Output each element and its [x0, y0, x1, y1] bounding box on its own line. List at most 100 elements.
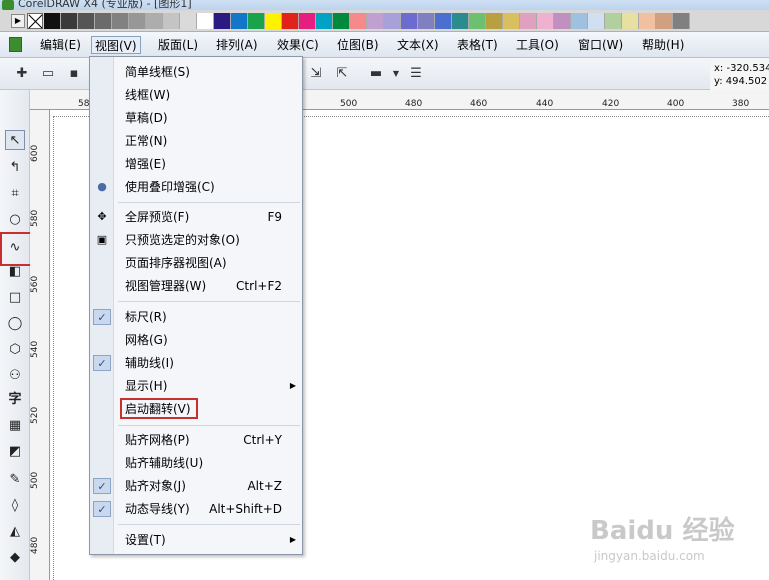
menu-item-wireframe[interactable]: 线框(W) [90, 84, 302, 106]
fill-tool-icon[interactable]: ◭ [5, 522, 25, 542]
menu-item-label: 贴齐网格(P) [125, 433, 190, 447]
menu-item-full-screen-preview[interactable]: ✥ 全屏预览(F) F9 [90, 206, 302, 228]
menu-item-guidelines[interactable]: ✓ 辅助线(I) [90, 352, 302, 374]
options-icon[interactable]: ☰ [408, 66, 424, 82]
color-swatch[interactable] [214, 13, 231, 29]
color-swatch[interactable] [435, 13, 452, 29]
chevron-down-icon[interactable]: ▼ [388, 66, 404, 82]
menu-item-draft[interactable]: 草稿(D) [90, 107, 302, 129]
export-icon[interactable]: ⇱ [334, 66, 350, 82]
color-swatch[interactable] [248, 13, 265, 29]
color-swatch[interactable] [554, 13, 571, 29]
menu-item-view-manager[interactable]: 视图管理器(W) Ctrl+F2 [90, 275, 302, 297]
color-swatch[interactable] [265, 13, 282, 29]
open-folder-icon[interactable]: ▭ [40, 66, 56, 82]
vertical-ruler[interactable]: 600 580 560 540 520 500 480 [30, 110, 50, 580]
color-swatch[interactable] [78, 13, 95, 29]
menu-item-rulers[interactable]: ✓ 标尺(R) [90, 306, 302, 328]
menu-help[interactable]: 帮助(H) [639, 36, 687, 54]
menu-item-show[interactable]: 显示(H) ▶ [90, 375, 302, 397]
menu-table[interactable]: 表格(T) [454, 36, 501, 54]
menu-item-setup[interactable]: 设置(T) ▶ [90, 529, 302, 551]
outline-tool-icon[interactable]: ◊ [5, 496, 25, 516]
watermark-main: Baidu 经验 [590, 516, 735, 546]
basic-shapes-tool-icon[interactable]: ⚇ [5, 366, 25, 386]
color-swatch[interactable] [61, 13, 78, 29]
menu-text[interactable]: 文本(X) [394, 36, 442, 54]
menu-item-enhanced[interactable]: 增强(E) [90, 153, 302, 175]
color-swatch[interactable] [95, 13, 112, 29]
color-swatch[interactable] [231, 13, 248, 29]
palette-scroll-icon[interactable]: ▶ [11, 14, 25, 28]
color-swatch[interactable] [452, 13, 469, 29]
color-swatch[interactable] [316, 13, 333, 29]
interactive-fill-tool-icon[interactable]: ◆ [5, 548, 25, 568]
table-tool-icon[interactable]: ▦ [5, 416, 25, 436]
menu-arrange[interactable]: 排列(A) [213, 36, 261, 54]
ellipse-tool-icon[interactable]: ◯ [5, 314, 25, 334]
menu-window[interactable]: 窗口(W) [575, 36, 626, 54]
menu-item-snap-to-guidelines[interactable]: 贴齐辅助线(U) [90, 452, 302, 474]
menu-bitmaps[interactable]: 位图(B) [334, 36, 382, 54]
color-swatch[interactable] [503, 13, 520, 29]
menu-edit[interactable]: 编辑(E) [37, 36, 84, 54]
enable-rollover-highlight [120, 398, 198, 419]
cursor-coordinates: x: -320.534 y: 494.502 [710, 62, 769, 90]
menu-item-snap-to-grid[interactable]: 贴齐网格(P) Ctrl+Y [90, 429, 302, 451]
save-icon[interactable]: ▪ [66, 66, 82, 82]
menu-item-preview-selected[interactable]: ▣ 只预览选定的对象(O) [90, 229, 302, 251]
color-swatch[interactable] [384, 13, 401, 29]
color-swatch[interactable] [605, 13, 622, 29]
menu-item-page-sorter[interactable]: 页面排序器视图(A) [90, 252, 302, 274]
color-swatch[interactable] [673, 13, 690, 29]
document-icon[interactable] [9, 37, 22, 52]
color-swatch[interactable] [299, 13, 316, 29]
zoom-tool-icon[interactable]: ○ [5, 210, 25, 230]
rectangle-tool-icon[interactable]: □ [5, 288, 25, 308]
no-color-swatch[interactable] [27, 13, 43, 29]
menu-item-simple-wireframe[interactable]: 简单线框(S) [90, 61, 302, 83]
menu-item-label: 显示(H) [125, 379, 168, 393]
color-swatch[interactable] [282, 13, 299, 29]
color-swatch[interactable] [520, 13, 537, 29]
menu-view[interactable]: 视图(V) [91, 36, 141, 54]
color-swatch[interactable] [350, 13, 367, 29]
menu-item-snap-to-objects[interactable]: ✓ 贴齐对象(J) Alt+Z [90, 475, 302, 497]
color-swatch[interactable] [197, 13, 214, 29]
import-icon[interactable]: ⇲ [308, 66, 324, 82]
color-swatch[interactable] [639, 13, 656, 29]
color-swatch[interactable] [112, 13, 129, 29]
new-document-icon[interactable]: ✚ [14, 66, 30, 82]
color-swatch[interactable] [622, 13, 639, 29]
color-swatch[interactable] [129, 13, 146, 29]
color-swatch[interactable] [163, 13, 180, 29]
color-swatch[interactable] [44, 13, 61, 29]
menu-item-grid[interactable]: 网格(G) [90, 329, 302, 351]
eyedropper-tool-icon[interactable]: ✎ [5, 470, 25, 490]
crop-tool-icon[interactable]: ⌗ [5, 184, 25, 204]
color-swatch[interactable] [571, 13, 588, 29]
menu-item-normal[interactable]: 正常(N) [90, 130, 302, 152]
color-swatch[interactable] [146, 13, 163, 29]
color-swatch[interactable] [401, 13, 418, 29]
menu-tools[interactable]: 工具(O) [513, 36, 562, 54]
menu-item-overprint-enhanced[interactable]: ● 使用叠印增强(C) [90, 176, 302, 198]
pick-tool-icon[interactable]: ↖ [5, 130, 25, 150]
text-tool-icon[interactable]: 字 [5, 390, 25, 410]
menu-layout[interactable]: 版面(L) [155, 36, 201, 54]
color-swatch[interactable] [418, 13, 435, 29]
color-swatch[interactable] [537, 13, 554, 29]
application-launcher-icon[interactable]: ▬ [368, 66, 384, 82]
color-swatch[interactable] [588, 13, 605, 29]
menu-item-dynamic-guides[interactable]: ✓ 动态导线(Y) Alt+Shift+D [90, 498, 302, 520]
shape-tool-icon[interactable]: ↰ [5, 158, 25, 178]
color-swatch[interactable] [333, 13, 350, 29]
color-swatch[interactable] [469, 13, 486, 29]
menu-effects[interactable]: 效果(C) [274, 36, 322, 54]
color-swatch[interactable] [486, 13, 503, 29]
color-swatch[interactable] [656, 13, 673, 29]
polygon-tool-icon[interactable]: ⬡ [5, 340, 25, 360]
interactive-blend-tool-icon[interactable]: ◩ [5, 442, 25, 462]
color-swatch[interactable] [367, 13, 384, 29]
color-swatch[interactable] [180, 13, 197, 29]
